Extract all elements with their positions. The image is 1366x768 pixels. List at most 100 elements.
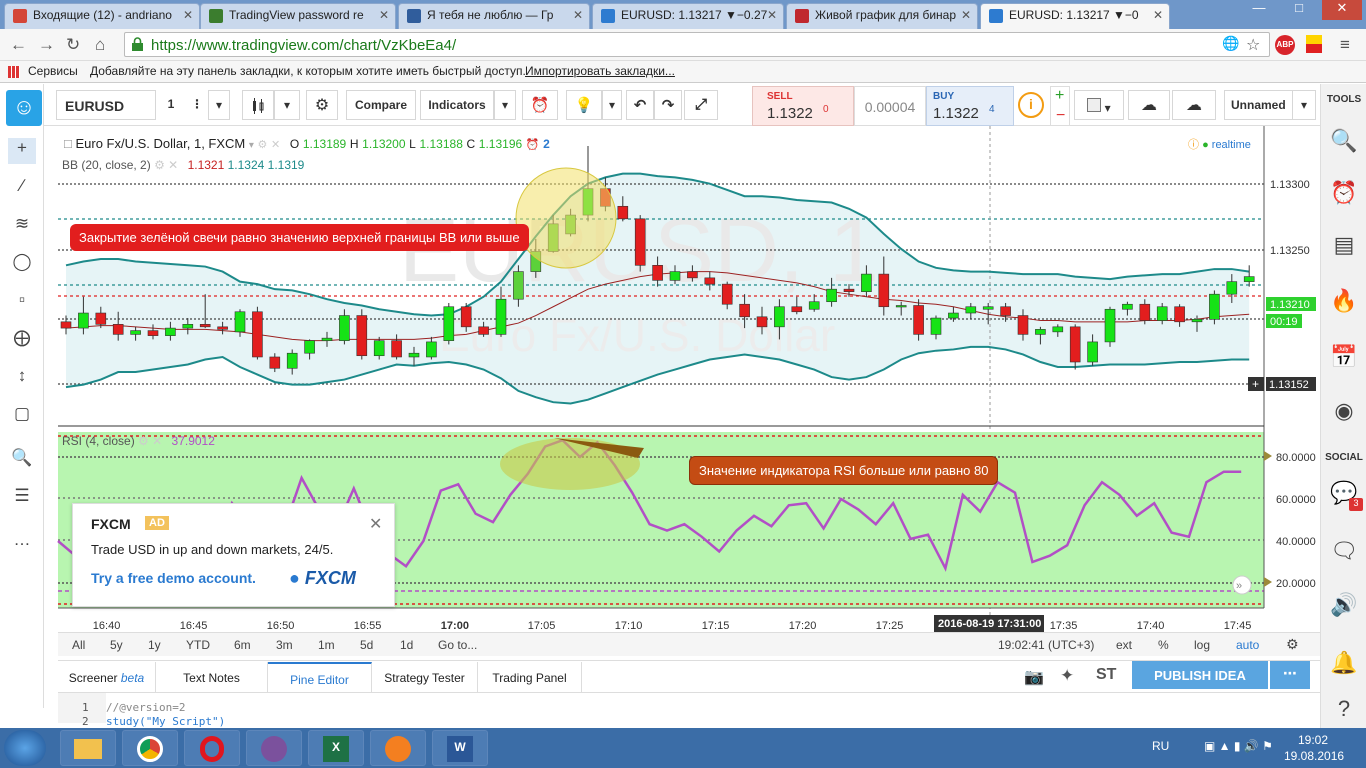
help-icon[interactable]: ?	[1329, 696, 1359, 726]
chart-app-icon[interactable]	[370, 730, 426, 766]
bb-controls-icon[interactable]: ⚙ ✕	[154, 158, 178, 172]
sell-button[interactable]: SELL 1.1322 0	[752, 86, 854, 126]
pine-editor[interactable]: 1 //@version=2 2 study("My Script")	[58, 692, 1320, 728]
extension-flag-icon[interactable]	[1306, 35, 1322, 53]
menu-icon[interactable]: ≡	[1340, 35, 1350, 55]
alerts-clock-icon[interactable]: ⏰	[1329, 180, 1359, 210]
import-bookmarks-link[interactable]: Импортировать закладки...	[525, 64, 675, 78]
browser-tab[interactable]: EURUSD: 1.13217 ▼−0.27 ✕	[592, 3, 784, 29]
zoom-icon[interactable]: 🔍	[8, 448, 36, 474]
tab-text-notes[interactable]: Text Notes	[156, 662, 268, 693]
publish-more-button[interactable]: ⋯	[1270, 661, 1310, 689]
alert-clock-icon[interactable]: ⏰	[522, 90, 558, 120]
tab-close-icon[interactable]: ✕	[1153, 8, 1163, 22]
bars-icon[interactable]: ☰	[8, 486, 36, 512]
adblock-icon[interactable]: ABP	[1275, 35, 1295, 55]
window-close-button[interactable]: ✕	[1322, 0, 1362, 20]
range-5d[interactable]: 5d	[360, 638, 373, 652]
alarm-icon[interactable]: ⏰	[526, 139, 540, 151]
legend-settings-icon[interactable]: ⚙	[258, 139, 268, 151]
excel-icon[interactable]: X	[308, 730, 364, 766]
tab-screener[interactable]: Screener beta	[58, 662, 156, 693]
bulb-dropdown-icon[interactable]: ▾	[602, 90, 622, 120]
range-1m[interactable]: 1m	[318, 638, 335, 652]
apps-grid-icon[interactable]	[8, 66, 20, 78]
range-3m[interactable]: 3m	[276, 638, 293, 652]
minimize-button[interactable]: —	[1244, 0, 1274, 20]
bulb-icon[interactable]: 💡	[566, 90, 602, 120]
range-1d[interactable]: 1d	[400, 638, 413, 652]
chrome-icon[interactable]	[122, 730, 178, 766]
tab-strategy-tester[interactable]: Strategy Tester	[372, 662, 478, 693]
notifications-bell-icon[interactable]: 🔔	[1329, 650, 1359, 680]
tab-close-icon[interactable]: ✕	[573, 8, 583, 22]
twitter-icon[interactable]: ✦	[1060, 666, 1074, 686]
percent-toggle[interactable]: %	[1158, 638, 1169, 652]
scale-settings-gear-icon[interactable]: ⚙	[1286, 636, 1299, 653]
calendar-icon[interactable]: 📅	[1329, 344, 1359, 374]
ad-cta-link[interactable]: Try a free demo account.	[91, 570, 256, 586]
smiley-icon[interactable]: ☺	[6, 90, 42, 126]
explorer-icon[interactable]	[60, 730, 116, 766]
more-dots-icon[interactable]: …	[8, 530, 36, 556]
home-icon[interactable]: ⌂	[95, 35, 105, 55]
range-6m[interactable]: 6m	[234, 638, 251, 652]
indicators-dropdown-icon[interactable]: ▾	[494, 90, 516, 120]
url-input[interactable]: https://www.tradingview.com/chart/VzKbeE…	[124, 32, 1270, 57]
tab-trading-panel[interactable]: Trading Panel	[478, 662, 582, 693]
interval-dots-icon[interactable]: ⋮	[188, 90, 206, 120]
forward-icon[interactable]: →	[38, 35, 55, 55]
ad-close-icon[interactable]: ✕	[369, 514, 382, 534]
translate-icon[interactable]: 🌐	[1222, 35, 1239, 52]
browser-tab[interactable]: Я тебя не люблю — Гр ✕	[398, 3, 590, 29]
tab-close-icon[interactable]: ✕	[961, 8, 971, 22]
reload-icon[interactable]: ↻	[66, 35, 80, 55]
snapshot-camera-icon[interactable]: 📷	[1024, 667, 1044, 687]
tray-icons[interactable]: ▣ ▲ ▮ 🔊 ⚑	[1204, 739, 1273, 753]
plus-icon[interactable]: +	[1055, 87, 1064, 105]
legend-close-icon[interactable]: ✕	[271, 139, 280, 151]
publish-idea-button[interactable]: PUBLISH IDEA	[1132, 661, 1268, 689]
goto-link[interactable]: Go to...	[438, 638, 477, 652]
bookmark-star-icon[interactable]: ☆	[1246, 35, 1260, 55]
tab-pine-editor[interactable]: Pine Editor	[268, 662, 372, 693]
ad-box[interactable]: FXCM AD ✕ Trade USD in up and down marke…	[72, 503, 395, 607]
ellipse-icon[interactable]: ◯	[8, 252, 36, 278]
tab-close-icon[interactable]: ✕	[183, 8, 193, 22]
maximize-button[interactable]: □	[1284, 0, 1314, 20]
info-icon[interactable]: i	[1018, 92, 1044, 118]
layout-dropdown-icon[interactable]: ▾	[1292, 90, 1316, 120]
browser-tab[interactable]: Входящие (12) - andriano ✕	[4, 3, 200, 29]
browser-tab[interactable]: TradingView password re ✕	[200, 3, 396, 29]
tab-close-icon[interactable]: ✕	[379, 8, 389, 22]
viber-icon[interactable]	[246, 730, 302, 766]
apps-link[interactable]: Сервисы	[28, 64, 78, 78]
buy-button[interactable]: BUY 1.1322 4	[926, 86, 1014, 126]
data-window-icon[interactable]: ▤	[1329, 232, 1359, 262]
streams-icon[interactable]: 🔊	[1329, 592, 1359, 622]
chart-style-dropdown-icon[interactable]: ▾	[274, 90, 300, 120]
minus-icon[interactable]: −	[1056, 107, 1065, 125]
fullscreen-icon[interactable]: ⤢	[684, 90, 718, 120]
auto-toggle[interactable]: auto	[1236, 638, 1259, 652]
indicators-button[interactable]: Indicators	[420, 90, 494, 120]
crosshair-icon[interactable]: +	[8, 138, 36, 164]
range-1y[interactable]: 1y	[148, 638, 161, 652]
zoom-stepper[interactable]: + −	[1050, 86, 1070, 126]
browser-tab[interactable]: EURUSD: 1.13217 ▼−0 ✕	[980, 3, 1170, 29]
symbol-input[interactable]: EURUSD	[56, 90, 156, 120]
interval-dropdown-icon[interactable]: ▾	[208, 90, 230, 120]
browser-tab[interactable]: Живой график для бинар ✕	[786, 3, 978, 29]
settings-gear-icon[interactable]: ⚙	[306, 90, 338, 120]
clock-date[interactable]: 19.08.2016	[1284, 749, 1344, 763]
start-button[interactable]	[4, 730, 46, 766]
word-icon[interactable]: W	[432, 730, 488, 766]
double-chevron-icon[interactable]: »	[1236, 580, 1242, 592]
legend-dropdown-icon[interactable]: ▾	[249, 140, 254, 151]
rectangle-icon[interactable]: ▢	[8, 404, 36, 430]
cloud-save-icon[interactable]: ☁	[1172, 90, 1216, 120]
pattern-icon[interactable]: ⨁	[8, 328, 36, 354]
range-all[interactable]: All	[72, 638, 85, 652]
rsi-controls-icon[interactable]: ⚙ ✕	[138, 434, 162, 448]
stocktwits-icon[interactable]: ST	[1096, 666, 1116, 684]
